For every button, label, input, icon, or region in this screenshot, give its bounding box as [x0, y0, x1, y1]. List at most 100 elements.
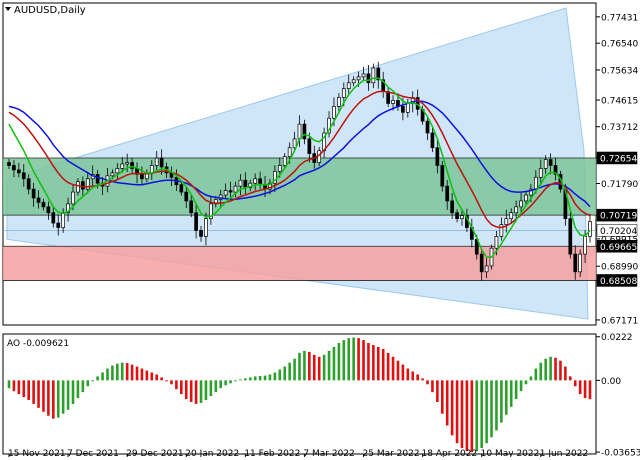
candle-body	[125, 162, 130, 165]
candle-body	[351, 79, 356, 84]
ao-bar	[175, 380, 178, 390]
candle-body	[302, 123, 307, 140]
ao-bar	[588, 380, 592, 400]
chart-root: AUDUSD,Daily 0.77431 0.76540 0.75634 0.74615…	[0, 0, 640, 459]
candle-body	[450, 200, 454, 214]
ao-bar	[288, 362, 291, 381]
ao-bar	[7, 380, 11, 389]
candle-body	[356, 76, 361, 81]
candle-body	[514, 206, 518, 214]
ao-bar	[480, 380, 483, 449]
candle-body	[110, 172, 115, 177]
ao-bar	[140, 368, 144, 381]
ao-bar	[278, 369, 282, 381]
candle-body	[386, 91, 390, 104]
candle-body	[337, 97, 341, 107]
candle-body	[484, 265, 489, 273]
ao-bar	[22, 380, 26, 398]
ao-bar	[362, 340, 365, 381]
candle-body	[31, 188, 36, 199]
ao-bar	[569, 376, 572, 381]
y-tick-label: 0.77431	[601, 13, 638, 23]
ao-bar	[485, 380, 488, 444]
ao-y-tick-label: 0.0222	[601, 333, 633, 343]
candle-body	[460, 215, 464, 220]
ao-bar	[81, 380, 85, 393]
ao-bar	[66, 380, 70, 410]
x-tick-label: 18 Apr 2022	[422, 449, 478, 457]
candle-body	[445, 185, 450, 202]
candle-body	[341, 88, 346, 98]
ao-bar	[337, 343, 341, 381]
ao-bar	[189, 380, 193, 402]
candle-body	[184, 191, 189, 202]
y-tick-label: 0.73712	[601, 123, 638, 133]
ao-bar	[495, 380, 498, 431]
ao-bar	[514, 380, 518, 400]
candle-body	[533, 176, 538, 190]
ao-bar	[431, 380, 434, 393]
x-tick-label: 25 Mar 2022	[363, 449, 420, 457]
ao-bar	[219, 380, 223, 389]
ao-bar	[416, 374, 419, 381]
candle-body	[46, 206, 51, 214]
ao-bar	[539, 362, 543, 381]
x-tick-label: 15 Nov 2021	[8, 449, 66, 457]
ao-bar	[352, 337, 355, 381]
x-tick-label: 7 Dec 2021	[67, 449, 119, 457]
candle-body	[179, 184, 184, 193]
candle-body	[425, 120, 430, 134]
candle-body	[588, 221, 592, 237]
price-level-label: 0.72654	[600, 154, 637, 164]
ao-bar	[396, 360, 400, 381]
ao-bar	[465, 380, 469, 452]
candle-body	[238, 179, 243, 187]
ao-bar	[357, 338, 360, 381]
ao-bar	[293, 358, 296, 381]
chart-title: AUDUSD,Daily	[14, 5, 86, 16]
candle-body	[76, 181, 80, 193]
candle-body	[233, 185, 238, 193]
y-tick-label: 0.74615	[601, 97, 638, 107]
ao-bar	[436, 380, 439, 402]
ao-bar	[445, 380, 449, 426]
ao-bar	[578, 380, 582, 395]
candle-body	[243, 179, 248, 188]
candle-body	[282, 156, 287, 166]
ao-bar	[426, 380, 429, 385]
ao-bar	[308, 351, 311, 381]
zone-red	[3, 246, 596, 281]
ao-bar	[130, 364, 134, 381]
candle-body	[194, 212, 198, 231]
ao-bar	[549, 356, 552, 381]
ao-bar	[544, 358, 547, 381]
candle-body	[95, 173, 100, 184]
candle-body	[81, 181, 85, 190]
ao-bar	[239, 379, 242, 381]
ao-bar	[509, 380, 513, 407]
ao-bar	[322, 354, 326, 381]
price-level-label: 0.68508	[600, 277, 637, 287]
candle-body	[21, 172, 26, 180]
ao-y-tick-label: 0.00	[601, 377, 621, 387]
ao-bar	[534, 368, 538, 381]
candle-body	[499, 224, 504, 237]
ao-bar	[229, 380, 232, 384]
ao-bar	[317, 356, 321, 381]
candle-body	[543, 159, 548, 169]
candle-body	[61, 212, 66, 228]
candle-body	[85, 178, 90, 190]
candle-body	[371, 67, 376, 84]
candle-body	[228, 190, 233, 193]
ao-bar	[61, 380, 65, 414]
ao-bar	[268, 374, 272, 381]
candle-body	[548, 159, 553, 166]
candle-body	[115, 168, 120, 174]
ao-bar	[12, 380, 16, 392]
candle-body	[7, 162, 11, 166]
ao-bar	[244, 378, 247, 381]
ao-bar	[455, 380, 459, 444]
ao-bar	[391, 356, 395, 381]
candle-body	[504, 218, 509, 225]
ao-bar	[184, 380, 188, 400]
